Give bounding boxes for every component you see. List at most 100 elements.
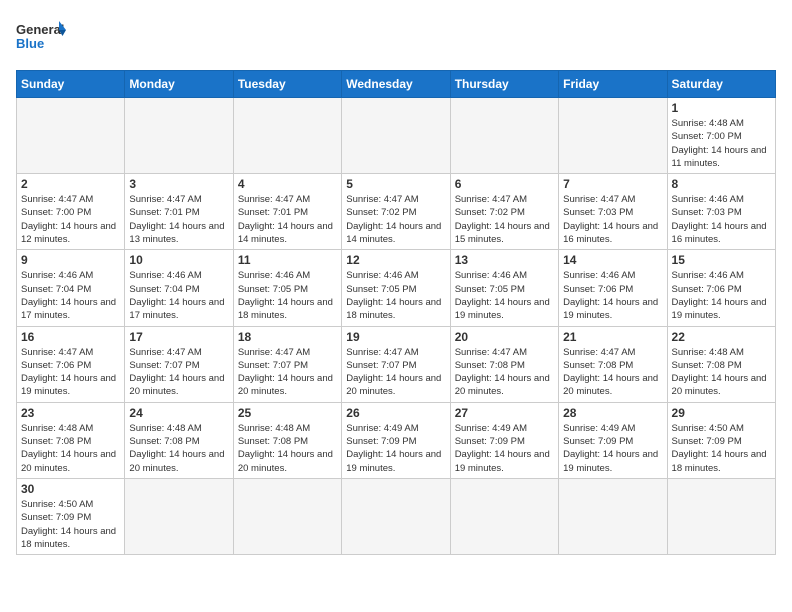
calendar-week-row: 2Sunrise: 4:47 AM Sunset: 7:00 PM Daylig…: [17, 174, 776, 250]
day-info: Sunrise: 4:47 AM Sunset: 7:02 PM Dayligh…: [455, 193, 554, 246]
calendar-day-cell: 24Sunrise: 4:48 AM Sunset: 7:08 PM Dayli…: [125, 402, 233, 478]
day-info: Sunrise: 4:47 AM Sunset: 7:00 PM Dayligh…: [21, 193, 120, 246]
day-number: 29: [672, 406, 771, 420]
day-number: 28: [563, 406, 662, 420]
day-info: Sunrise: 4:48 AM Sunset: 7:08 PM Dayligh…: [238, 422, 337, 475]
calendar-day-cell: 13 Sunrise: 4:46 AM Sunset: 7:05 PM Dayli…: [450, 250, 558, 326]
day-number: 1: [672, 101, 771, 115]
day-number: 18: [238, 330, 337, 344]
calendar-day-cell: 30Sunrise: 4:50 AM Sunset: 7:09 PM Dayli…: [17, 478, 125, 554]
calendar-day-cell: [450, 478, 558, 554]
day-number: 8: [672, 177, 771, 191]
day-info: Sunrise: 4:47 AM Sunset: 7:07 PM Dayligh…: [129, 346, 228, 399]
calendar-day-cell: [450, 98, 558, 174]
calendar-day-cell: 25 Sunrise: 4:48 AM Sunset: 7:08 PM Dayli…: [233, 402, 341, 478]
calendar-day-cell: 26 Sunrise: 4:49 AM Sunset: 7:09 PM Dayli…: [342, 402, 450, 478]
calendar-day-cell: 10 Sunrise: 4:46 AM Sunset: 7:04 PM Dayli…: [125, 250, 233, 326]
weekday-header: Wednesday: [342, 71, 450, 98]
calendar-day-cell: 2Sunrise: 4:47 AM Sunset: 7:00 PM Daylig…: [17, 174, 125, 250]
day-number: 14: [563, 253, 662, 267]
day-info: Sunrise: 4:50 AM Sunset: 7:09 PM Dayligh…: [21, 498, 120, 551]
weekday-header-row: SundayMondayTuesdayWednesdayThursdayFrid…: [17, 71, 776, 98]
day-info: Sunrise: 4:47 AM Sunset: 7:07 PM Dayligh…: [238, 346, 337, 399]
calendar-day-cell: 21Sunrise: 4:47 AM Sunset: 7:08 PM Dayli…: [559, 326, 667, 402]
weekday-header: Sunday: [17, 71, 125, 98]
day-number: 16: [21, 330, 120, 344]
day-info: Sunrise: 4:47 AM Sunset: 7:01 PM Dayligh…: [129, 193, 228, 246]
day-info: Sunrise: 4:46 AM Sunset: 7:04 PM Dayligh…: [129, 269, 228, 322]
calendar-week-row: 9 Sunrise: 4:46 AM Sunset: 7:04 PM Daylig…: [17, 250, 776, 326]
day-info: Sunrise: 4:47 AM Sunset: 7:02 PM Dayligh…: [346, 193, 445, 246]
day-info: Sunrise: 4:48 AM Sunset: 7:00 PM Dayligh…: [672, 117, 771, 170]
calendar-day-cell: 9Sunrise: 4:46 AM Sunset: 7:04 PM Daylig…: [17, 250, 125, 326]
calendar-day-cell: [233, 98, 341, 174]
calendar-day-cell: 3 Sunrise: 4:47 AM Sunset: 7:01 PM Daylig…: [125, 174, 233, 250]
calendar-day-cell: [125, 478, 233, 554]
calendar-day-cell: 6 Sunrise: 4:47 AM Sunset: 7:02 PM Daylig…: [450, 174, 558, 250]
day-info: Sunrise: 4:48 AM Sunset: 7:08 PM Dayligh…: [672, 346, 771, 399]
day-info: Sunrise: 4:46 AM Sunset: 7:05 PM Dayligh…: [455, 269, 554, 322]
day-number: 15: [672, 253, 771, 267]
calendar-day-cell: 7 Sunrise: 4:47 AM Sunset: 7:03 PM Daylig…: [559, 174, 667, 250]
day-info: Sunrise: 4:49 AM Sunset: 7:09 PM Dayligh…: [455, 422, 554, 475]
day-info: Sunrise: 4:49 AM Sunset: 7:09 PM Dayligh…: [563, 422, 662, 475]
day-number: 13: [455, 253, 554, 267]
calendar-day-cell: 22 Sunrise: 4:48 AM Sunset: 7:08 PM Dayli…: [667, 326, 775, 402]
page-header: General Blue: [16, 16, 776, 58]
weekday-header: Monday: [125, 71, 233, 98]
day-number: 5: [346, 177, 445, 191]
calendar-day-cell: [342, 478, 450, 554]
weekday-header: Thursday: [450, 71, 558, 98]
day-info: Sunrise: 4:46 AM Sunset: 7:05 PM Dayligh…: [238, 269, 337, 322]
day-number: 10: [129, 253, 228, 267]
day-info: Sunrise: 4:47 AM Sunset: 7:03 PM Dayligh…: [563, 193, 662, 246]
day-number: 22: [672, 330, 771, 344]
day-info: Sunrise: 4:47 AM Sunset: 7:08 PM Dayligh…: [455, 346, 554, 399]
day-number: 20: [455, 330, 554, 344]
calendar-day-cell: 16 Sunrise: 4:47 AM Sunset: 7:06 PM Dayli…: [17, 326, 125, 402]
day-number: 3: [129, 177, 228, 191]
day-number: 6: [455, 177, 554, 191]
weekday-header: Friday: [559, 71, 667, 98]
day-info: Sunrise: 4:47 AM Sunset: 7:08 PM Dayligh…: [563, 346, 662, 399]
calendar-day-cell: [233, 478, 341, 554]
calendar-day-cell: 28 Sunrise: 4:49 AM Sunset: 7:09 PM Dayli…: [559, 402, 667, 478]
calendar-day-cell: 11 Sunrise: 4:46 AM Sunset: 7:05 PM Dayli…: [233, 250, 341, 326]
day-info: Sunrise: 4:49 AM Sunset: 7:09 PM Dayligh…: [346, 422, 445, 475]
day-info: Sunrise: 4:47 AM Sunset: 7:01 PM Dayligh…: [238, 193, 337, 246]
calendar-day-cell: [125, 98, 233, 174]
calendar-day-cell: 27 Sunrise: 4:49 AM Sunset: 7:09 PM Dayli…: [450, 402, 558, 478]
day-info: Sunrise: 4:46 AM Sunset: 7:06 PM Dayligh…: [672, 269, 771, 322]
weekday-header: Saturday: [667, 71, 775, 98]
day-info: Sunrise: 4:47 AM Sunset: 7:06 PM Dayligh…: [21, 346, 120, 399]
day-info: Sunrise: 4:47 AM Sunset: 7:07 PM Dayligh…: [346, 346, 445, 399]
calendar-week-row: 23Sunrise: 4:48 AM Sunset: 7:08 PM Dayli…: [17, 402, 776, 478]
day-number: 26: [346, 406, 445, 420]
calendar-table: SundayMondayTuesdayWednesdayThursdayFrid…: [16, 70, 776, 555]
day-number: 27: [455, 406, 554, 420]
calendar-day-cell: 20 Sunrise: 4:47 AM Sunset: 7:08 PM Dayli…: [450, 326, 558, 402]
day-info: Sunrise: 4:50 AM Sunset: 7:09 PM Dayligh…: [672, 422, 771, 475]
day-info: Sunrise: 4:46 AM Sunset: 7:06 PM Dayligh…: [563, 269, 662, 322]
calendar-day-cell: [17, 98, 125, 174]
calendar-day-cell: 14 Sunrise: 4:46 AM Sunset: 7:06 PM Dayli…: [559, 250, 667, 326]
logo: General Blue: [16, 16, 66, 58]
calendar-day-cell: 29 Sunrise: 4:50 AM Sunset: 7:09 PM Dayli…: [667, 402, 775, 478]
day-number: 24: [129, 406, 228, 420]
day-number: 25: [238, 406, 337, 420]
weekday-header: Tuesday: [233, 71, 341, 98]
svg-text:General: General: [16, 22, 64, 37]
calendar-day-cell: [559, 98, 667, 174]
calendar-day-cell: 15 Sunrise: 4:46 AM Sunset: 7:06 PM Dayli…: [667, 250, 775, 326]
svg-text:Blue: Blue: [16, 36, 44, 51]
calendar-week-row: 16 Sunrise: 4:47 AM Sunset: 7:06 PM Dayli…: [17, 326, 776, 402]
day-number: 7: [563, 177, 662, 191]
day-info: Sunrise: 4:48 AM Sunset: 7:08 PM Dayligh…: [21, 422, 120, 475]
day-number: 9: [21, 253, 120, 267]
day-number: 11: [238, 253, 337, 267]
calendar-week-row: 1 Sunrise: 4:48 AM Sunset: 7:00 PM Daylig…: [17, 98, 776, 174]
calendar-day-cell: 12Sunrise: 4:46 AM Sunset: 7:05 PM Dayli…: [342, 250, 450, 326]
calendar-day-cell: 23Sunrise: 4:48 AM Sunset: 7:08 PM Dayli…: [17, 402, 125, 478]
calendar-day-cell: 5 Sunrise: 4:47 AM Sunset: 7:02 PM Daylig…: [342, 174, 450, 250]
logo-svg: General Blue: [16, 16, 66, 58]
